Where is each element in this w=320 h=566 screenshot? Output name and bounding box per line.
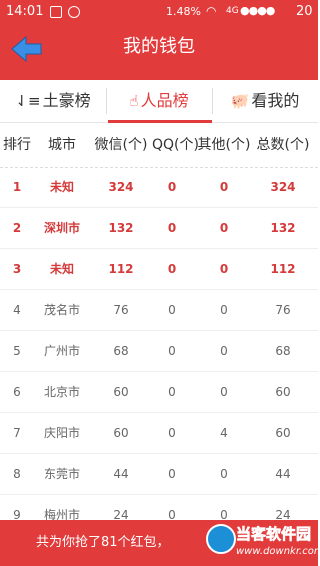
- other-count-cell: 0: [219, 180, 229, 194]
- city-cell: 广州市: [43, 344, 80, 358]
- other-count-cell: 0: [219, 221, 229, 235]
- footer-summary: 共为你抢了81个红包，: [36, 535, 170, 550]
- site-watermark: 当客软件园 www.downkr.com: [206, 520, 320, 566]
- title-bar: 我的钱包: [0, 24, 318, 80]
- tab-kanwode[interactable]: 🐖 看我的: [212, 80, 318, 122]
- qq-count-cell: 0: [167, 180, 177, 194]
- table-row[interactable]: 5 广州市 68 0 0 68: [0, 331, 318, 372]
- status-time: 14:01: [6, 4, 44, 19]
- other-count-cell: 4: [220, 426, 228, 440]
- qq-count-cell: 0: [168, 426, 176, 440]
- city-cell: 未知: [49, 262, 74, 276]
- rank-cell: 5: [13, 344, 21, 358]
- tab-tuhao[interactable]: ⇃≡ 土豪榜: [0, 80, 106, 122]
- table-row[interactable]: 2 深圳市 132 0 0 132: [0, 208, 318, 249]
- total-count-cell: 44: [275, 467, 291, 481]
- column-header: 其他(个): [197, 137, 251, 153]
- wechat-count-cell: 132: [108, 221, 134, 235]
- wechat-count-cell: 112: [108, 262, 134, 276]
- total-count-cell: 60: [275, 426, 291, 440]
- city-cell: 茂名市: [43, 303, 80, 317]
- wechat-count-cell: 44: [113, 467, 129, 481]
- total-count-cell: 112: [270, 262, 296, 276]
- back-arrow-icon[interactable]: [10, 34, 44, 68]
- rank-cell: 7: [13, 426, 21, 440]
- tab-renpin[interactable]: ☝ 人品榜: [106, 80, 212, 122]
- qq-count-cell: 0: [168, 385, 176, 399]
- watermark-url: www.downkr.com: [236, 546, 320, 557]
- table-row[interactable]: 6 北京市 60 0 0 60: [0, 372, 318, 413]
- rank-cell: 2: [12, 221, 22, 235]
- app-notification-icon: [68, 6, 80, 18]
- status-speed: 1.48%: [166, 5, 201, 18]
- city-cell: 东莞市: [43, 467, 80, 481]
- total-count-cell: 68: [275, 344, 291, 358]
- gallery-notification-icon: [50, 6, 62, 18]
- wechat-count-cell: 76: [113, 303, 129, 317]
- rank-cell: 1: [12, 180, 22, 194]
- watermark-title: 当客软件园: [236, 525, 312, 544]
- table-row[interactable]: 8 东莞市 44 0 0 44: [0, 454, 318, 495]
- rank-cell: 8: [13, 467, 21, 481]
- qq-count-cell: 0: [168, 467, 176, 481]
- column-header: QQ(个): [152, 137, 199, 153]
- ranking-tabs: ⇃≡ 土豪榜 ☝ 人品榜 🐖 看我的: [0, 80, 318, 123]
- total-count-cell: 324: [270, 180, 296, 194]
- table-row[interactable]: 4 茂名市 76 0 0 76: [0, 290, 318, 331]
- other-count-cell: 0: [220, 303, 228, 317]
- other-count-cell: 0: [220, 344, 228, 358]
- qq-count-cell: 0: [167, 221, 177, 235]
- total-count-cell: 132: [270, 221, 296, 235]
- watermark-logo-icon: [206, 524, 236, 554]
- city-cell: 庆阳市: [43, 426, 80, 440]
- wechat-count-cell: 324: [108, 180, 134, 194]
- total-count-cell: 60: [275, 385, 291, 399]
- qq-count-cell: 0: [167, 262, 177, 276]
- other-count-cell: 0: [219, 262, 229, 276]
- column-header: 总数(个): [256, 137, 310, 153]
- piggy-bank-icon: 🐖: [230, 92, 250, 110]
- signal-icon: ●●●●: [240, 4, 275, 17]
- thumbs-up-icon: ☝: [129, 92, 139, 110]
- sort-icon: ⇃≡: [15, 92, 41, 110]
- wechat-count-cell: 68: [113, 344, 129, 358]
- rank-cell: 3: [12, 262, 22, 276]
- battery-level: 20: [296, 4, 313, 19]
- table-header: 排行 城市 微信(个) QQ(个) 其他(个) 总数(个): [0, 123, 318, 168]
- column-header: 微信(个): [94, 137, 148, 153]
- qq-count-cell: 0: [168, 303, 176, 317]
- column-header: 排行: [3, 137, 31, 153]
- page-title: 我的钱包: [123, 36, 195, 57]
- table-row[interactable]: 1 未知 324 0 0 324: [0, 167, 318, 208]
- rank-cell: 6: [13, 385, 21, 399]
- table-row[interactable]: 3 未知 112 0 0 112: [0, 249, 318, 290]
- qq-count-cell: 0: [168, 344, 176, 358]
- wechat-count-cell: 60: [113, 385, 129, 399]
- wechat-count-cell: 60: [113, 426, 129, 440]
- wifi-icon: ◠: [206, 4, 217, 18]
- other-count-cell: 0: [220, 467, 228, 481]
- city-cell: 深圳市: [43, 221, 80, 235]
- status-bar: 14:01 1.48% ◠ 4G ●●●● 20: [0, 0, 318, 24]
- city-cell: 北京市: [43, 385, 80, 399]
- city-cell: 未知: [49, 180, 74, 194]
- network-type: 4G: [226, 6, 239, 16]
- column-header: 城市: [48, 137, 76, 153]
- rank-cell: 4: [13, 303, 21, 317]
- total-count-cell: 76: [275, 303, 291, 317]
- table-row[interactable]: 7 庆阳市 60 0 4 60: [0, 413, 318, 454]
- other-count-cell: 0: [220, 385, 228, 399]
